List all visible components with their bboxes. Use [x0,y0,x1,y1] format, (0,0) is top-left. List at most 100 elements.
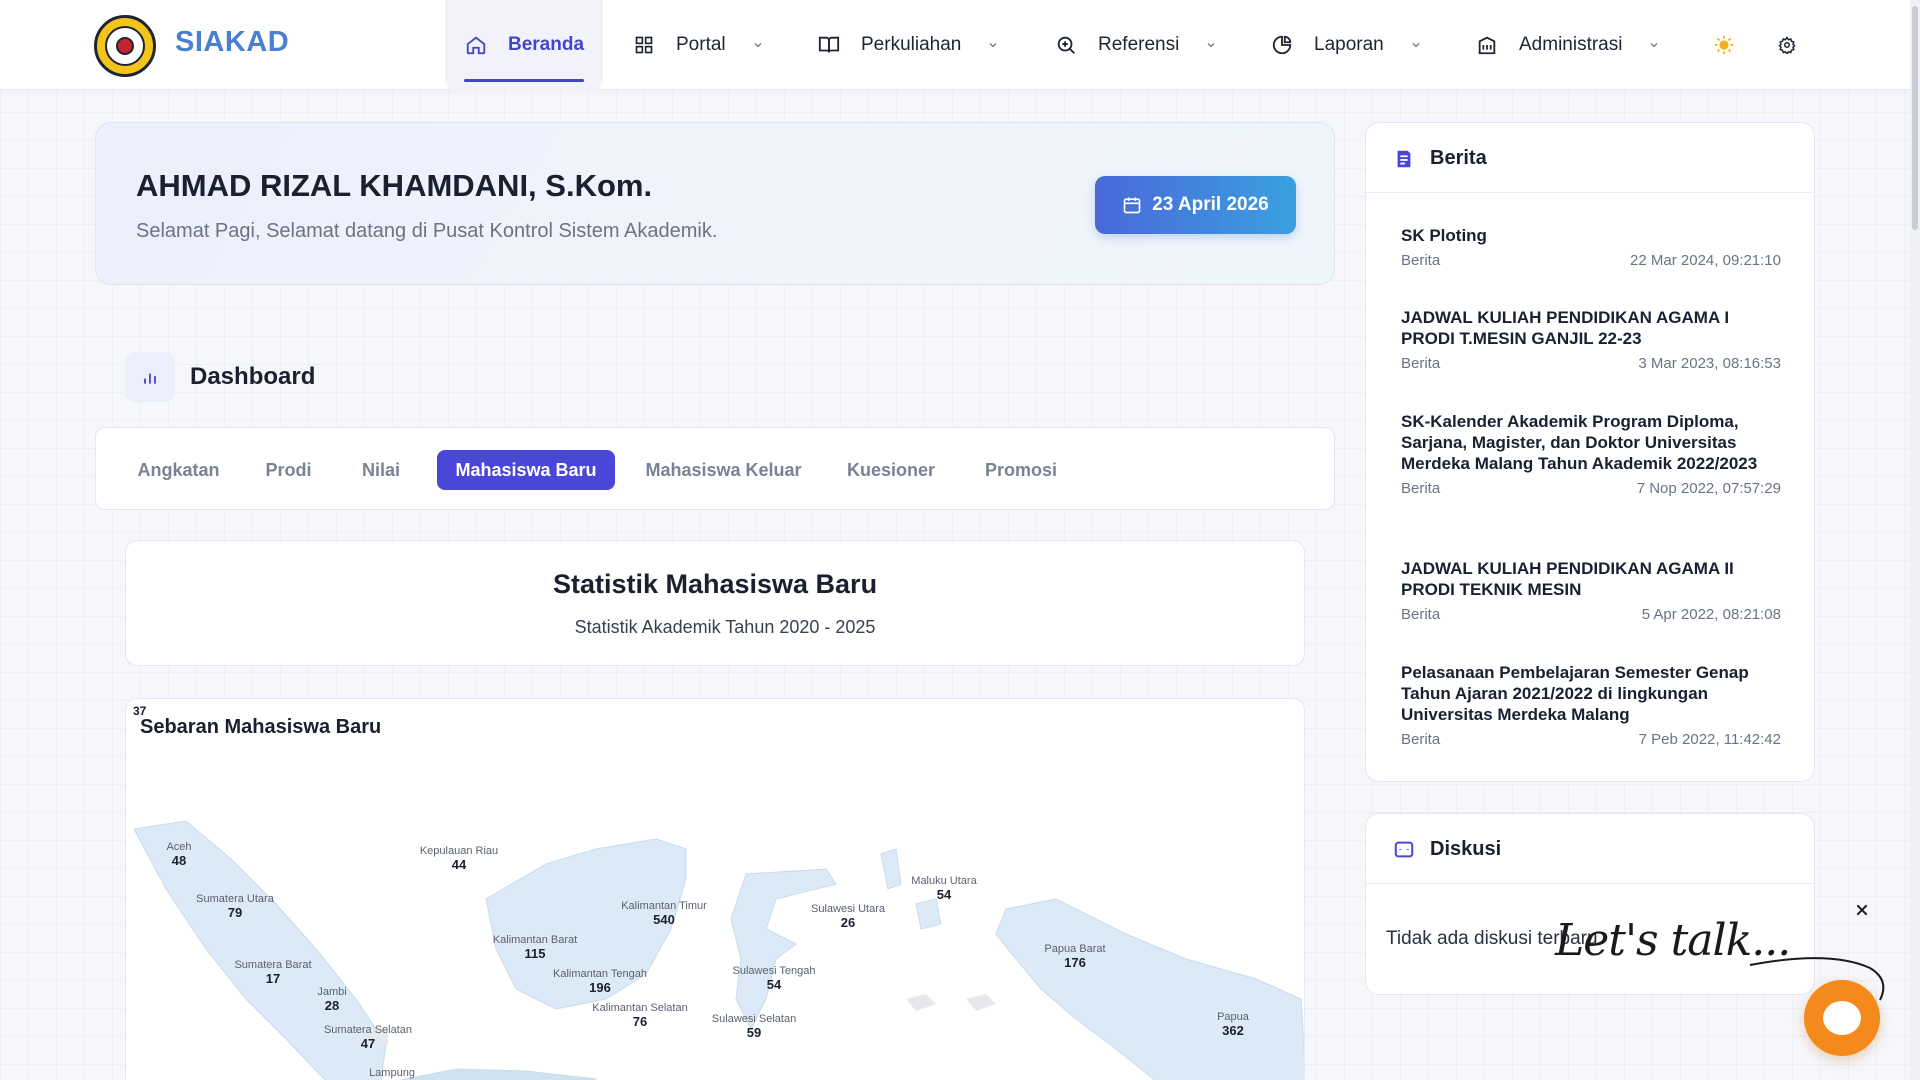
gear-icon[interactable] [1772,30,1802,60]
dashboard-tabs: Angkatan Prodi Nilai Mahasiswa Baru Maha… [95,427,1335,510]
chevron-down-icon [1205,39,1217,51]
prov-value-kalimantan-timur: 540 [653,912,675,927]
book-icon [817,33,841,57]
prov-value-maluku-utara: 54 [937,887,952,902]
prov-label-sulawesi-utara: Sulawesi Utara [811,903,886,915]
dashboard-title: Dashboard [190,363,316,390]
brand-name[interactable]: SIAKAD [175,26,289,59]
prov-label-sumatera-selatan: Sumatera Selatan [324,1024,412,1036]
news-item[interactable]: JADWAL KULIAH PENDIDIKAN AGAMA II PRODI … [1401,558,1781,623]
prov-label-sulawesi-selatan: Sulawesi Selatan [712,1013,796,1025]
prov-value-sumatera-utara: 79 [228,905,242,920]
prov-label-jambi: Jambi [317,986,346,998]
nav-portal-label: Portal [676,34,726,55]
news-category: Berita [1401,606,1441,623]
top-navbar: SIAKAD Beranda Portal Perkuliahan Refere… [0,0,1920,90]
dashboard-header: Dashboard [95,330,1335,430]
diskusi-title: Diskusi [1430,838,1502,860]
news-category: Berita [1401,731,1441,748]
search-icon [1054,33,1078,57]
bar-chart-icon [125,352,175,402]
prov-value-papua-barat: 176 [1064,955,1086,970]
news-category: Berita [1401,252,1441,269]
news-item[interactable]: SK-Kalender Akademik Program Diploma, Sa… [1401,411,1781,497]
prov-value-aceh: 48 [172,853,186,868]
nav-referensi[interactable]: Referensi [1054,0,1217,90]
user-name: AHMAD RIZAL KHAMDANI, S.Kom. [136,168,653,203]
chevron-down-icon [987,39,999,51]
greeting-text: Selamat Pagi, Selamat datang di Pusat Ko… [136,220,718,242]
tab-mahasiswa-keluar[interactable]: Mahasiswa Keluar [636,450,811,490]
news-item[interactable]: Pelasanaan Pembelajaran Semester Genap T… [1401,662,1781,748]
nav-laporan[interactable]: Laporan [1270,0,1422,90]
tab-kuesioner[interactable]: Kuesioner [836,450,946,490]
chat-launcher-button[interactable] [1804,980,1880,1056]
nav-referensi-label: Referensi [1098,34,1180,55]
chat-bubble-icon [1823,1001,1861,1035]
prov-value-kalimantan-tengah: 196 [589,980,611,995]
diskusi-header: Diskusi [1366,814,1814,884]
nav-laporan-label: Laporan [1314,34,1384,55]
nav-administrasi[interactable]: Administrasi [1475,0,1660,90]
nav-perkuliahan[interactable]: Perkuliahan [817,0,999,90]
university-logo[interactable] [94,15,156,77]
grid-icon [632,33,656,57]
pie-chart-icon [1270,33,1294,57]
prov-label-sulawesi-tengah: Sulawesi Tengah [733,965,816,977]
news-title[interactable]: JADWAL KULIAH PENDIDIKAN AGAMA I PRODI T… [1401,307,1781,349]
tab-promosi[interactable]: Promosi [971,450,1071,490]
map-card: 37 Sebaran Mahasiswa Baru Aceh 48 Sumate… [125,698,1305,1080]
sun-icon[interactable] [1709,30,1739,60]
news-category: Berita [1401,480,1441,497]
prov-value-kalimantan-selatan: 76 [633,1014,647,1029]
nav-administrasi-label: Administrasi [1519,34,1623,55]
scrollbar-thumb[interactable] [1912,6,1918,230]
news-date: 7 Peb 2022, 11:42:42 [1638,731,1781,748]
building-icon [1475,33,1499,57]
map-labels: Aceh 48 Sumatera Utara 79 Sumatera Barat… [166,841,1249,1079]
news-date: 22 Mar 2024, 09:21:10 [1630,252,1781,269]
chevron-down-icon [1648,39,1660,51]
prov-value-kalimantan-barat: 115 [525,946,546,961]
news-category: Berita [1401,355,1441,372]
berita-card: Berita SK Ploting Berita 22 Mar 2024, 09… [1365,122,1815,782]
date-badge[interactable]: 23 April 2026 [1095,176,1296,234]
chat-icon [1392,838,1416,862]
prov-label-aceh: Aceh [166,841,191,853]
berita-title: Berita [1430,147,1487,169]
prov-value-sulawesi-selatan: 59 [747,1025,761,1040]
tab-mahasiswa-baru[interactable]: Mahasiswa Baru [437,450,615,490]
statistics-card: Statistik Mahasiswa Baru Statistik Akade… [125,540,1305,666]
news-date: 7 Nop 2022, 07:57:29 [1636,480,1781,497]
prov-label-kalimantan-timur: Kalimantan Timur [621,900,707,912]
nav-portal[interactable]: Portal [632,0,764,90]
tab-nilai[interactable]: Nilai [351,450,411,490]
tab-angkatan[interactable]: Angkatan [131,450,226,490]
prov-label-lampung: Lampung [369,1067,415,1079]
news-date: 5 Apr 2022, 08:21:08 [1641,606,1781,623]
prov-value-papua: 362 [1222,1023,1244,1038]
close-icon[interactable] [1850,898,1874,922]
nav-beranda-label: Beranda [507,34,585,55]
news-title[interactable]: SK-Kalender Akademik Program Diploma, Sa… [1401,411,1781,474]
prov-label-kepulauan-riau: Kepulauan Riau [420,845,498,857]
nav-perkuliahan-label: Perkuliahan [861,34,962,55]
news-title[interactable]: SK Ploting [1401,225,1781,246]
news-title[interactable]: Pelasanaan Pembelajaran Semester Genap T… [1401,662,1781,725]
prov-value-sulawesi-utara: 26 [841,915,855,930]
welcome-card: AHMAD RIZAL KHAMDANI, S.Kom. Selamat Pag… [95,122,1335,285]
prov-label-sumatera-utara: Sumatera Utara [196,893,275,905]
news-date: 3 Mar 2023, 08:16:53 [1638,355,1781,372]
prov-label-maluku-utara: Maluku Utara [911,875,977,887]
news-item[interactable]: SK Ploting Berita 22 Mar 2024, 09:21:10 [1401,225,1781,269]
news-title[interactable]: JADWAL KULIAH PENDIDIKAN AGAMA II PRODI … [1401,558,1781,600]
tab-prodi[interactable]: Prodi [251,450,326,490]
chevron-down-icon [1410,39,1422,51]
prov-label-kalimantan-barat: Kalimantan Barat [493,934,577,946]
news-item[interactable]: JADWAL KULIAH PENDIDIKAN AGAMA I PRODI T… [1401,307,1781,372]
prov-label-kalimantan-tengah: Kalimantan Tengah [553,968,647,980]
nav-beranda[interactable]: Beranda [445,0,603,90]
prov-value-sumatera-selatan: 47 [361,1036,375,1051]
page-scrollbar[interactable] [1910,0,1920,1080]
date-text: 23 April 2026 [1152,194,1269,215]
